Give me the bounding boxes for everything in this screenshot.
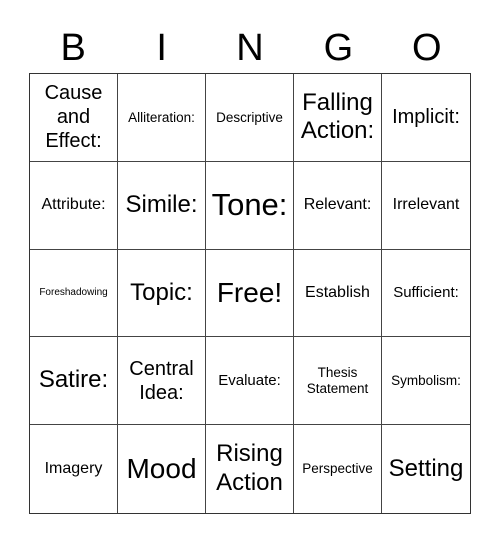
header-letter-o: O <box>412 27 442 69</box>
bingo-cell: Symbolism: <box>382 337 470 426</box>
bingo-cell: Cause and Effect: <box>30 74 118 162</box>
bingo-cell: Descriptive <box>206 74 294 162</box>
bingo-header: B I N G O <box>29 26 471 70</box>
bingo-cell: Central Idea: <box>118 337 206 426</box>
header-letter-i: I <box>156 27 167 69</box>
bingo-cell: Implicit: <box>382 74 470 162</box>
bingo-cell: Tone: <box>206 161 294 250</box>
header-letter-n: N <box>236 27 264 69</box>
bingo-cell: Satire: <box>30 337 118 426</box>
bingo-cell: Evaluate: <box>206 337 294 426</box>
bingo-card-grid: Cause and Effect: Alliteration: Descript… <box>29 73 471 514</box>
bingo-cell: Sufficient: <box>382 250 470 338</box>
bingo-cell: Foreshadowing <box>30 249 118 338</box>
bingo-cell: Thesis Statement <box>294 337 382 426</box>
bingo-cell: Mood <box>118 425 206 513</box>
bingo-cell: Topic: <box>118 249 206 338</box>
bingo-cell-free-space: Free! <box>206 249 294 338</box>
bingo-cell: Setting <box>388 454 464 482</box>
header-letter-b: B <box>60 27 86 69</box>
bingo-cell: Imagery <box>30 425 118 513</box>
bingo-cell: Perspective <box>294 425 382 513</box>
bingo-cell: Irrelevant <box>382 162 470 250</box>
bingo-cell: Establish <box>294 249 382 338</box>
bingo-cell: Alliteration: <box>118 74 206 162</box>
bingo-cell: Attribute: <box>30 161 118 250</box>
bingo-cell: Simile: <box>118 161 206 250</box>
bingo-cell: Falling Action: <box>294 74 382 162</box>
header-letter-g: G <box>323 27 354 69</box>
bingo-cell: Rising Action <box>206 425 294 513</box>
bingo-cell: Relevant: <box>294 161 382 250</box>
